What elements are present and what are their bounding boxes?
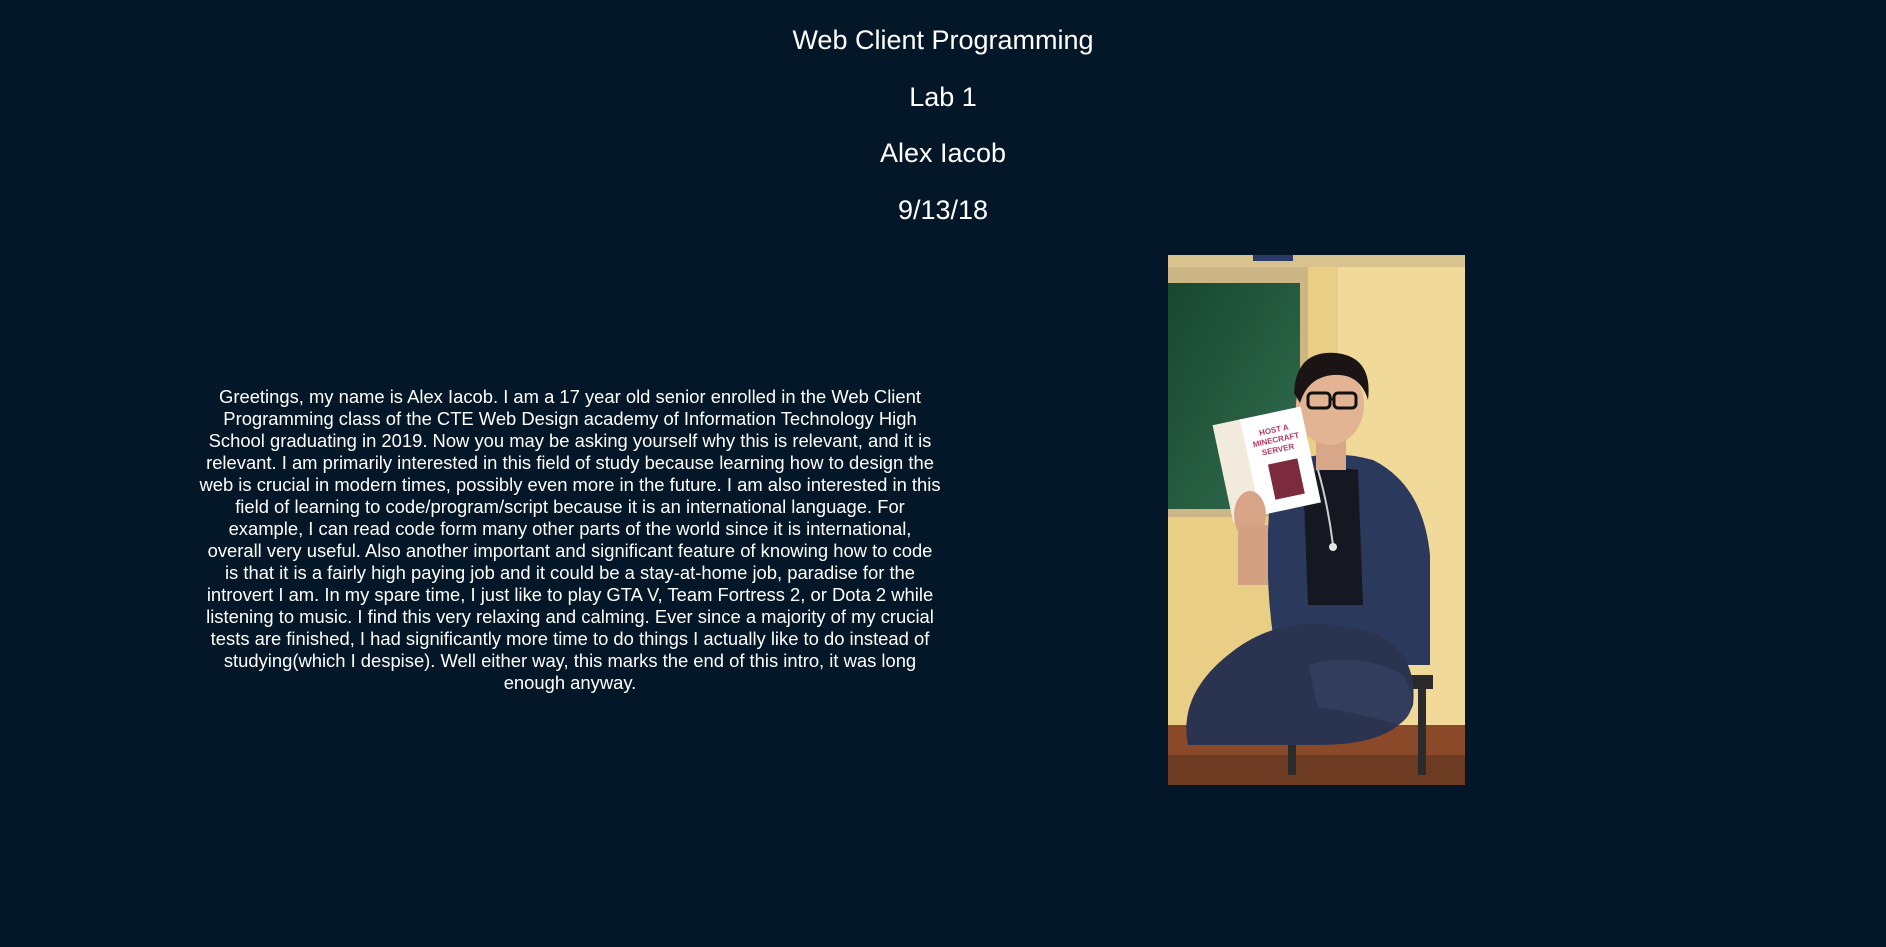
lab-title: Lab 1 — [909, 82, 977, 112]
author-photo: HOST A MINECRAFT SERVER — [1168, 255, 1465, 785]
intro-paragraph: Greetings, my name is Alex Iacob. I am a… — [199, 386, 941, 694]
author-photo-illustration: HOST A MINECRAFT SERVER — [1168, 255, 1465, 785]
author-name: Alex Iacob — [879, 138, 1007, 168]
course-title: Web Client Programming — [792, 25, 1094, 55]
lab-date: 9/13/18 — [897, 195, 989, 225]
